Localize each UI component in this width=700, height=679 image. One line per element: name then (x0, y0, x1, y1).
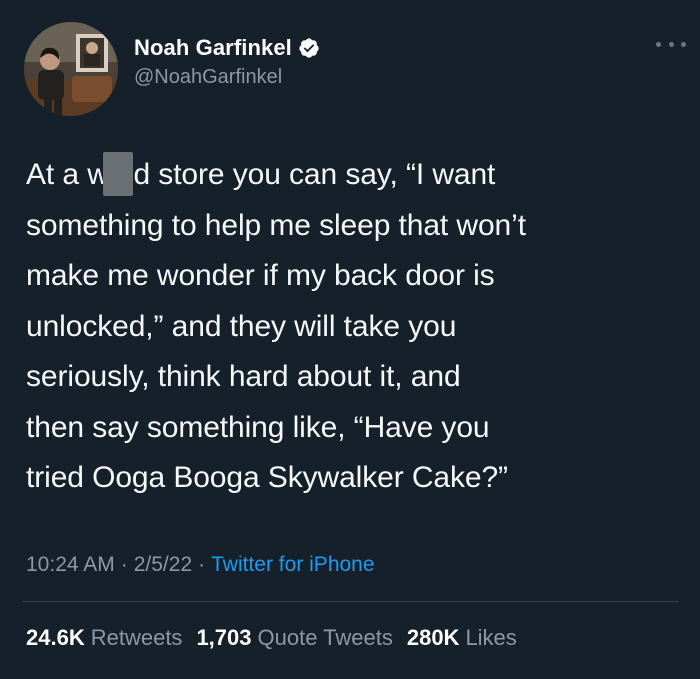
tweet-meta: 10:24 AM · 2/5/22 · Twitter for iPhone (26, 553, 375, 577)
user-handle[interactable]: @NoahGarfinkel (134, 66, 320, 89)
tweet-stats: 24.6K Retweets 1,703 Quote Tweets 280K Like… (26, 625, 531, 651)
avatar[interactable] (24, 22, 118, 116)
meta-separator: · (120, 553, 128, 576)
retweets-label: Retweets (90, 625, 183, 650)
tweet-time[interactable]: 10:24 AM (26, 553, 115, 577)
avatar-photo-icon (24, 22, 118, 116)
verified-badge-icon (298, 37, 320, 59)
tweet-text: At a w d store you can say, “I want some… (26, 158, 526, 494)
author-block: Noah Garfinkel @NoahGarfinkel (134, 34, 320, 89)
name-row: Noah Garfinkel (134, 34, 320, 62)
meta-separator: · (198, 553, 206, 576)
quote-tweets-label: Quote Tweets (257, 625, 393, 650)
tweet-card: Noah Garfinkel @NoahGarfinkel At a w d s… (0, 0, 700, 679)
divider (22, 601, 678, 602)
likes-stat[interactable]: 280K Likes (407, 625, 517, 651)
likes-count: 280K (406, 625, 460, 650)
likes-label: Likes (465, 625, 517, 650)
display-name[interactable]: Noah Garfinkel (134, 35, 292, 61)
retweets-stat[interactable]: 24.6K Retweets (26, 625, 182, 651)
censor-blur (103, 152, 133, 196)
quote-tweets-count: 1,703 (196, 625, 252, 650)
quote-tweets-stat[interactable]: 1,703 Quote Tweets (196, 625, 392, 651)
dot (681, 41, 686, 47)
retweets-count: 24.6K (26, 625, 85, 650)
more-options-icon[interactable] (656, 34, 686, 54)
dot (668, 41, 674, 47)
tweet-source-link[interactable]: Twitter for iPhone (211, 553, 374, 577)
tweet-date[interactable]: 2/5/22 (134, 553, 192, 577)
dot (656, 41, 661, 47)
